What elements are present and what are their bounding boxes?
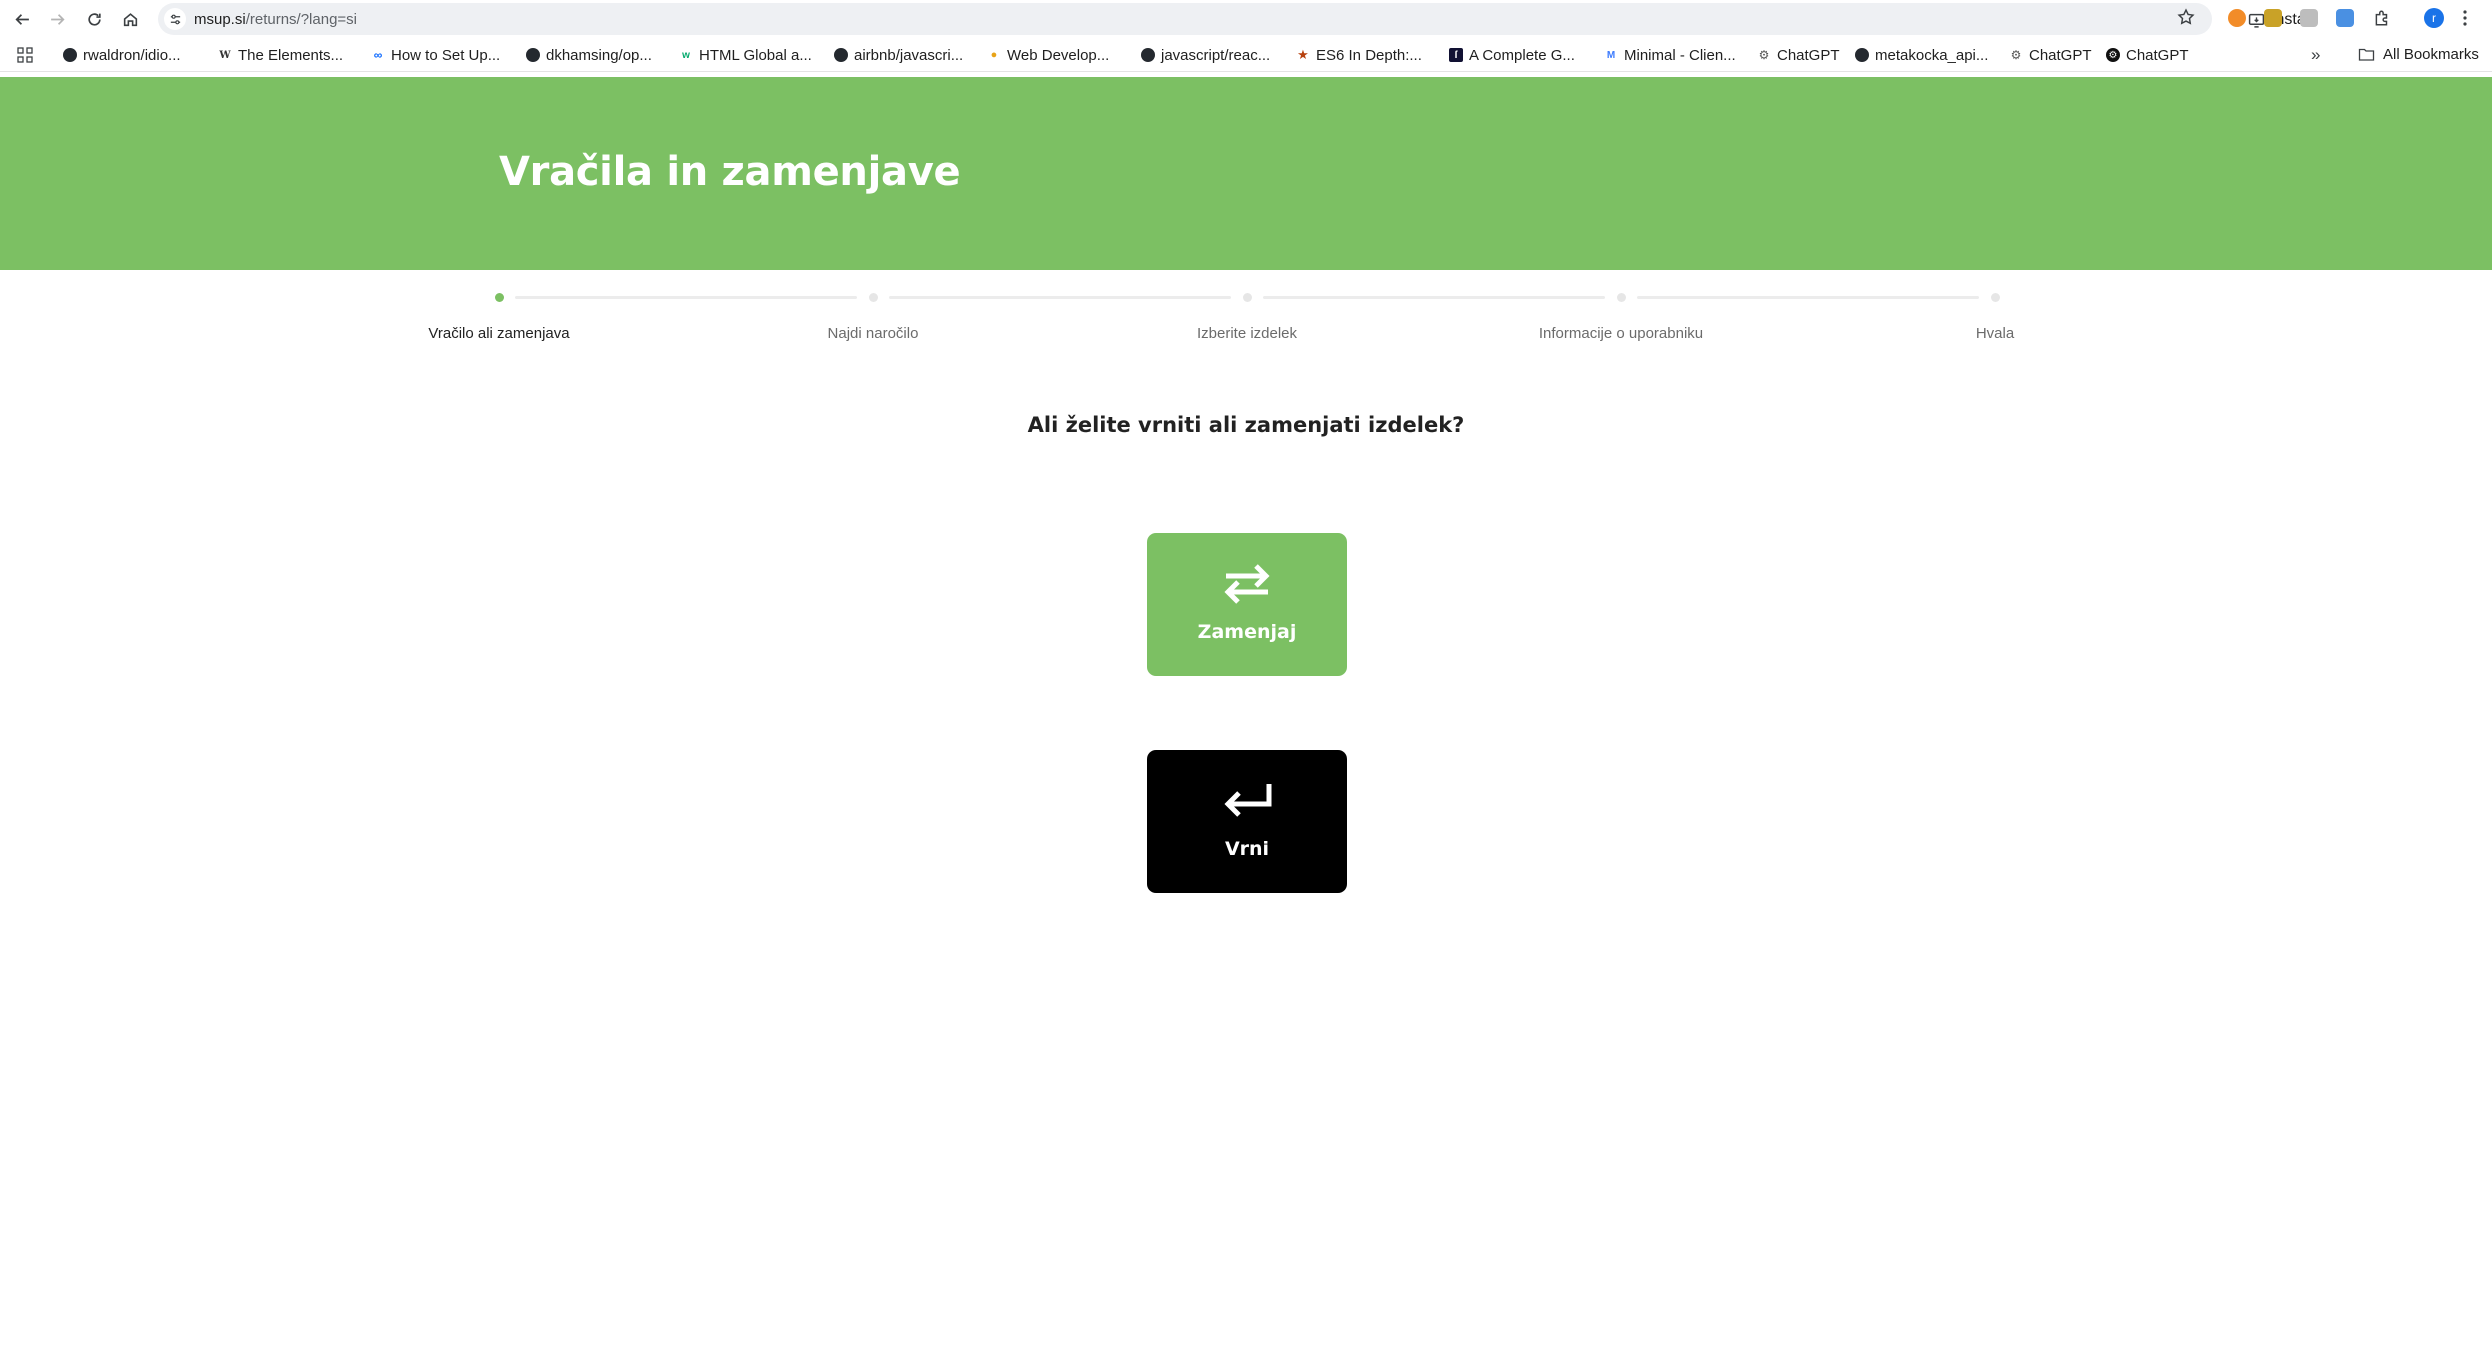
step-dot bbox=[1991, 293, 2000, 302]
bookmark-item[interactable]: M Minimal - Clien... bbox=[1604, 46, 1736, 64]
step-connector bbox=[1637, 296, 1979, 299]
return-arrow-icon bbox=[1224, 784, 1272, 817]
bookmark-item[interactable]: W The Elements... bbox=[218, 46, 343, 64]
profile-avatar[interactable]: r bbox=[2424, 8, 2444, 28]
bookmark-item[interactable]: ∞ How to Set Up... bbox=[371, 46, 500, 64]
bookmark-item[interactable]: ● Web Develop... bbox=[987, 46, 1109, 64]
bookmarks-bar: rwaldron/idio... W The Elements... ∞ How t… bbox=[0, 38, 2492, 72]
guide-icon: ſ bbox=[1449, 48, 1463, 62]
return-button[interactable]: Vrni bbox=[1147, 750, 1347, 893]
bookmark-item[interactable]: ⚙ ChatGPT bbox=[2106, 46, 2189, 64]
w3schools-icon: w bbox=[679, 48, 693, 62]
bookmark-item[interactable]: javascript/reac... bbox=[1141, 46, 1270, 64]
extensions-puzzle-icon[interactable] bbox=[2373, 9, 2391, 27]
forward-button[interactable] bbox=[45, 7, 69, 31]
more-bookmarks-button[interactable]: » bbox=[2311, 45, 2320, 65]
extension-icon[interactable] bbox=[2228, 9, 2246, 27]
bookmark-item[interactable]: w HTML Global a... bbox=[679, 46, 812, 64]
step-connector bbox=[889, 296, 1231, 299]
arrow-right-icon bbox=[50, 13, 65, 25]
url-text[interactable]: msup.si/returns/?lang=si bbox=[194, 11, 357, 28]
exchange-label: Zamenjaj bbox=[1197, 621, 1297, 643]
site-info-icon[interactable] bbox=[164, 8, 186, 30]
step-label-user-info: Informacije o uporabniku bbox=[1538, 325, 1704, 342]
address-bar[interactable]: msup.si/returns/?lang=si Install bbox=[158, 3, 2313, 35]
apps-grid-icon[interactable] bbox=[17, 47, 33, 63]
menu-kebab-icon[interactable] bbox=[2462, 9, 2468, 27]
chatgpt-icon: ⚙ bbox=[2009, 48, 2023, 62]
return-label: Vrni bbox=[1224, 838, 1270, 860]
page-title: Vračila in zamenjave bbox=[499, 149, 961, 195]
extension-icon[interactable] bbox=[2336, 9, 2354, 27]
minimal-icon: M bbox=[1604, 48, 1618, 62]
github-icon bbox=[1855, 48, 1869, 62]
step-label-return-or-exchange: Vračilo ali zamenjava bbox=[428, 325, 570, 342]
github-icon bbox=[1141, 48, 1155, 62]
step-dot bbox=[1617, 293, 1626, 302]
reload-button[interactable] bbox=[82, 7, 106, 31]
browser-toolbar: msup.si/returns/?lang=si Install r bbox=[0, 0, 2492, 38]
page-header-banner: Vračila in zamenjave bbox=[0, 77, 2492, 270]
exchange-button[interactable]: Zamenjaj bbox=[1147, 533, 1347, 676]
wikipedia-icon: W bbox=[218, 48, 232, 62]
bookmark-item[interactable]: rwaldron/idio... bbox=[63, 46, 181, 64]
step-label-select-product: Izberite izdelek bbox=[1196, 325, 1298, 342]
github-icon bbox=[526, 48, 540, 62]
step-label-thanks: Hvala bbox=[1975, 325, 2015, 342]
step-connector bbox=[515, 296, 857, 299]
bookmark-item[interactable]: ⚙ ChatGPT bbox=[1757, 46, 1840, 64]
install-icon bbox=[2248, 13, 2265, 28]
bookmark-star-icon[interactable] bbox=[2177, 8, 2195, 26]
step-dot bbox=[869, 293, 878, 302]
bookmark-item[interactable]: dkhamsing/op... bbox=[526, 46, 652, 64]
github-icon bbox=[834, 48, 848, 62]
chatgpt-icon: ⚙ bbox=[1757, 48, 1771, 62]
bookmark-item[interactable]: ſA Complete G... bbox=[1449, 46, 1575, 64]
bulb-icon: ● bbox=[987, 48, 1001, 62]
step-dot-active bbox=[495, 293, 504, 302]
bookmark-item[interactable]: airbnb/javascri... bbox=[834, 46, 963, 64]
bookmark-item[interactable]: ★ ES6 In Depth:... bbox=[1296, 46, 1422, 64]
step-dot bbox=[1243, 293, 1252, 302]
bookmark-item[interactable]: ⚙ ChatGPT bbox=[2009, 46, 2092, 64]
progress-stepper: Vračilo ali zamenjava Najdi naročilo Izb… bbox=[0, 285, 2492, 355]
step-connector bbox=[1263, 296, 1605, 299]
home-icon bbox=[123, 12, 137, 26]
step-label-find-order: Najdi naročilo bbox=[827, 325, 919, 342]
chatgpt-icon: ⚙ bbox=[2106, 48, 2120, 62]
extension-icon[interactable] bbox=[2264, 9, 2282, 27]
home-button[interactable] bbox=[118, 7, 142, 31]
question-heading: Ali želite vrniti ali zamenjati izdelek? bbox=[1027, 413, 1465, 437]
reload-icon bbox=[87, 12, 101, 26]
all-bookmarks-button[interactable]: All Bookmarks bbox=[2358, 46, 2479, 63]
star-bookmark-icon: ★ bbox=[1296, 47, 1310, 62]
folder-icon bbox=[2358, 48, 2375, 61]
meta-icon: ∞ bbox=[371, 48, 385, 62]
github-icon bbox=[63, 48, 77, 62]
arrow-left-icon bbox=[14, 13, 29, 25]
camera-extension-icon[interactable] bbox=[2300, 9, 2318, 27]
exchange-arrows-icon bbox=[1224, 564, 1270, 604]
bookmark-item[interactable]: metakocka_api... bbox=[1855, 46, 1988, 64]
back-button[interactable] bbox=[10, 7, 34, 31]
